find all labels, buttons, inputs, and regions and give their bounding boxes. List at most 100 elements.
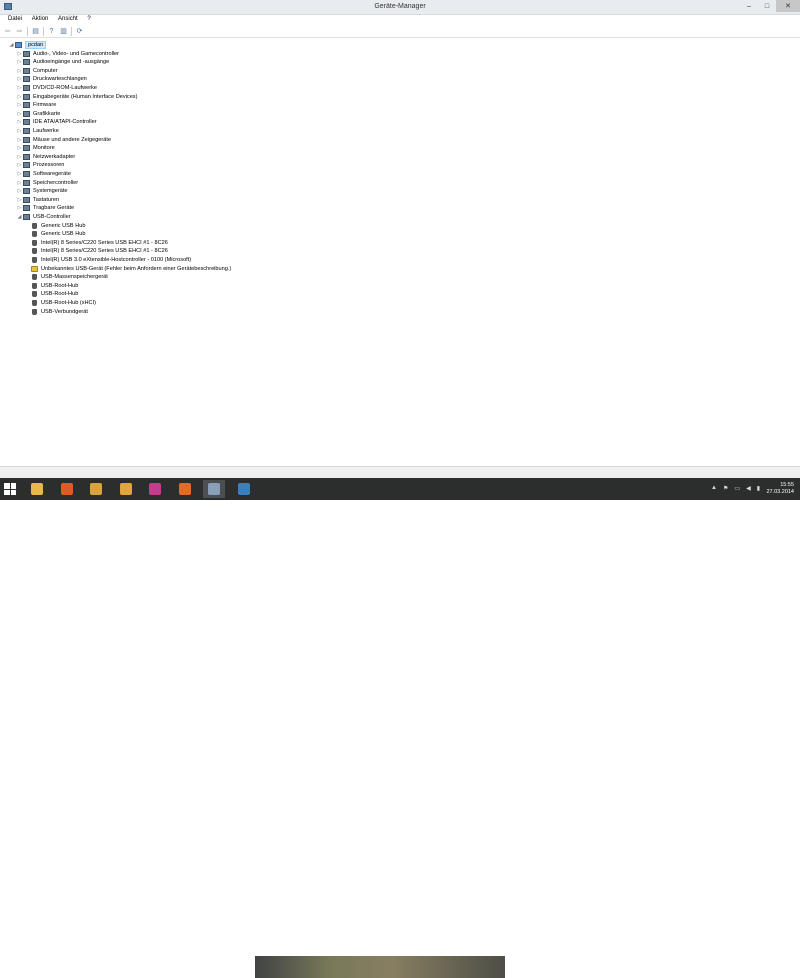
tree-category[interactable]: ▷ Softwaregeräte <box>16 170 71 178</box>
expand-arrow-icon[interactable]: ▷ <box>16 180 23 186</box>
help-icon[interactable]: ? <box>47 27 56 36</box>
expand-arrow-icon[interactable]: ▷ <box>16 68 23 74</box>
device-list-icon[interactable]: ▤ <box>31 27 40 36</box>
tree-category[interactable]: ▷ Computer <box>16 67 58 75</box>
taskbar-app[interactable] <box>174 480 196 498</box>
tree-device[interactable]: USB-Root-Hub (xHCI) <box>24 299 96 307</box>
expand-arrow-icon[interactable]: ▷ <box>16 154 23 160</box>
tree-device[interactable]: Intel(R) 8 Series/C220 Series USB EHCI #… <box>24 239 168 247</box>
tree-item-label: Intel(R) 8 Series/C220 Series USB EHCI #… <box>41 239 168 246</box>
tree-category[interactable]: ▷ Grafikkarte <box>16 110 60 118</box>
device-manager-icon <box>208 483 220 495</box>
expand-arrow-icon[interactable]: ▷ <box>16 76 23 82</box>
minimize-button[interactable]: – <box>740 0 758 12</box>
back-arrow-icon[interactable]: ⇦ <box>3 27 12 36</box>
disc-icon <box>23 85 30 91</box>
close-button[interactable]: ✕ <box>776 0 800 12</box>
expand-arrow-icon[interactable]: ▷ <box>16 111 23 117</box>
printer-icon <box>23 76 30 83</box>
system-tray: ▲ ⚑ ▭ ◀ ▮ <box>711 485 760 492</box>
clock[interactable]: 15:55 27.03.2014 <box>766 482 794 496</box>
tray-icon[interactable]: ▭ <box>734 485 740 492</box>
tree-device[interactable]: Generic USB Hub <box>24 230 85 238</box>
collapse-arrow-icon[interactable]: ◢ <box>16 214 23 220</box>
toolbar-separator <box>43 26 44 36</box>
usb-device-icon <box>32 300 37 306</box>
tree-category[interactable]: ▷ Tragbare Geräte <box>16 204 74 212</box>
speaker-icon <box>23 50 30 57</box>
tray-icon[interactable]: ◀ <box>746 485 751 492</box>
menu-ansicht[interactable]: Ansicht <box>54 15 82 22</box>
tree-category[interactable]: ▷ Monitore <box>16 144 55 152</box>
menu-aktion[interactable]: Aktion <box>28 15 53 22</box>
start-button[interactable] <box>4 483 16 495</box>
usb-device-icon <box>32 282 37 289</box>
expand-arrow-icon[interactable]: ▷ <box>16 205 23 211</box>
tree-category[interactable]: ▷ IDE ATA/ATAPI-Controller <box>16 118 97 126</box>
menu-help[interactable]: ? <box>83 15 94 22</box>
taskbar-app[interactable] <box>144 480 166 498</box>
expand-arrow-icon[interactable]: ▷ <box>16 171 23 177</box>
taskbar-app[interactable] <box>115 480 137 498</box>
expand-arrow-icon[interactable]: ▷ <box>16 51 23 57</box>
drive-icon <box>23 128 30 134</box>
tree-category[interactable]: ▷ Prozessoren <box>16 161 64 169</box>
collapse-arrow-icon[interactable]: ◢ <box>8 42 15 48</box>
tree-device[interactable]: USB-Verbundgerät <box>24 308 88 316</box>
menu-datei[interactable]: Datei <box>4 15 26 22</box>
tree-device[interactable]: Generic USB Hub <box>24 222 85 230</box>
tree-device[interactable]: USB-Root-Hub <box>24 282 78 290</box>
expand-arrow-icon[interactable]: ▷ <box>16 102 23 108</box>
tray-icon[interactable]: ⚑ <box>723 485 728 492</box>
maximize-button[interactable]: □ <box>758 0 776 12</box>
firefox-icon <box>178 483 191 495</box>
tree-item-label: Generic USB Hub <box>41 222 86 229</box>
tree-device[interactable]: USB-Massenspeichergerät <box>24 273 108 281</box>
tree-category[interactable]: ▷ Systemgeräte <box>16 187 68 195</box>
expand-arrow-icon[interactable]: ▷ <box>16 59 23 65</box>
photo-gallery-icon <box>149 483 161 495</box>
tree-item-label: Softwaregeräte <box>33 171 71 177</box>
tray-icon[interactable]: ▮ <box>757 485 760 492</box>
expand-arrow-icon[interactable]: ▷ <box>16 94 23 100</box>
firmware-icon <box>23 102 30 109</box>
tree-category[interactable]: ▷ Eingabegeräte (Human Interface Devices) <box>16 93 137 101</box>
tree-category[interactable]: ▷ Mäuse und andere Zeigegeräte <box>16 136 111 144</box>
tree-item-label: USB-Root-Hub <box>41 282 79 289</box>
tree-category[interactable]: ▷ DVD/CD-ROM-Laufwerke <box>16 84 97 92</box>
taskbar-app[interactable] <box>203 480 225 498</box>
expand-arrow-icon[interactable]: ▷ <box>16 162 23 168</box>
tree-category[interactable]: ▷ Netzwerkadapter <box>16 153 75 161</box>
tree-root[interactable]: ◢ pcdan <box>8 41 47 49</box>
taskbar-app[interactable] <box>233 480 255 498</box>
tree-device[interactable]: USB-Root-Hub <box>24 290 78 298</box>
title-bar: Geräte-Manager – □ ✕ <box>0 0 800 15</box>
scan-hardware-icon[interactable]: ⟳ <box>75 27 84 36</box>
tree-category[interactable]: ◢ USB-Controller <box>16 213 71 221</box>
usb-device-icon <box>32 231 37 238</box>
tree-category[interactable]: ▷ Druckwarteschlangen <box>16 75 87 83</box>
tree-category[interactable]: ▷ Audio-, Video- und Gamecontroller <box>16 50 119 58</box>
tree-category[interactable]: ▷ Firmware <box>16 101 56 109</box>
properties-icon[interactable]: ▥ <box>59 27 68 36</box>
expand-arrow-icon[interactable]: ▷ <box>16 145 23 151</box>
expand-arrow-icon[interactable]: ▷ <box>16 197 23 203</box>
expand-arrow-icon[interactable]: ▷ <box>16 137 23 143</box>
expand-arrow-icon[interactable]: ▷ <box>16 119 23 125</box>
tree-device[interactable]: Intel(R) 8 Series/C220 Series USB EHCI #… <box>24 247 168 255</box>
tray-icon[interactable]: ▲ <box>711 485 717 492</box>
taskbar-app[interactable] <box>26 480 48 498</box>
taskbar-app[interactable] <box>85 480 107 498</box>
tree-category[interactable]: ▷ Laufwerke <box>16 127 59 135</box>
expand-arrow-icon[interactable]: ▷ <box>16 188 23 194</box>
tree-category[interactable]: ▷ Speichercontroller <box>16 179 78 187</box>
expand-arrow-icon[interactable]: ▷ <box>16 85 23 91</box>
tree-device[interactable]: Intel(R) USB 3.0 eXtensible-Hostcontroll… <box>24 256 191 264</box>
tree-device[interactable]: Unbekanntes USB-Gerät (Fehler beim Anfor… <box>24 265 231 273</box>
expand-arrow-icon[interactable]: ▷ <box>16 128 23 134</box>
tree-category[interactable]: ▷ Audioeingänge und -ausgänge <box>16 58 109 66</box>
tree-category[interactable]: ▷ Tastaturen <box>16 196 59 204</box>
taskbar-app[interactable] <box>56 480 78 498</box>
usb-device-icon <box>32 291 37 298</box>
forward-arrow-icon[interactable]: ⇨ <box>15 27 24 36</box>
